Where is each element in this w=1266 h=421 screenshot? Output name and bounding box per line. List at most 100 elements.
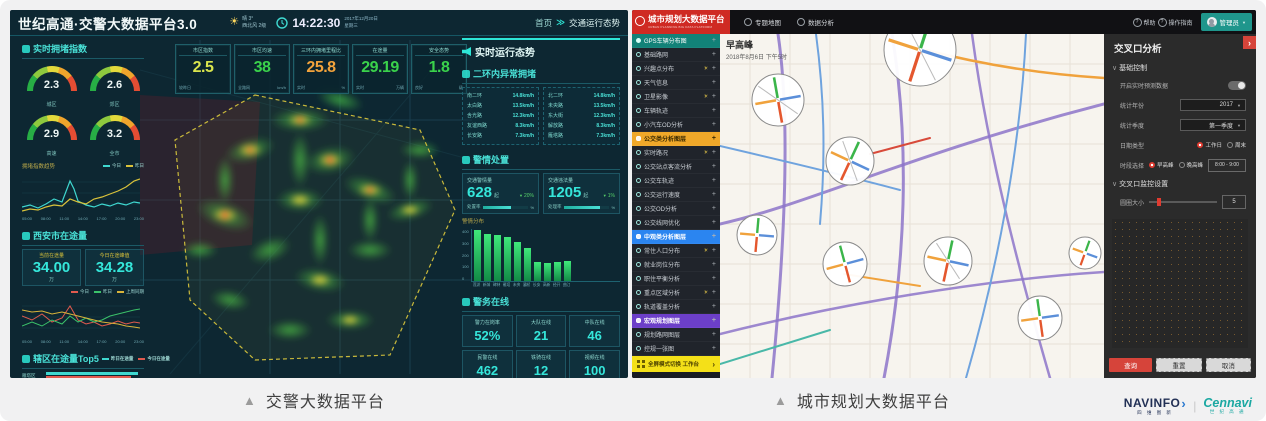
layer-add-icon[interactable] [712,177,716,184]
street-speed: 12.3km/h [513,111,534,121]
radio-icon [1227,142,1233,148]
sidebar-layer-row[interactable]: 基础路网 [632,48,720,62]
date-type-options: 工作日 周末 [1197,141,1246,149]
sidebar-layer-row[interactable]: 公交车轨迹 [632,174,720,188]
sidebar-layer-row[interactable]: 车辆轨迹 [632,104,720,118]
topbar-menu-item[interactable]: 数据分析 [797,17,834,27]
kpi-chip-title: 在途量 [356,47,404,56]
user-chip[interactable]: 管理员 ▼ [1201,13,1252,31]
layer-add-icon[interactable] [712,205,716,212]
breadcrumb-home[interactable]: 首页 [535,17,552,29]
layer-add-icon[interactable] [712,345,716,352]
layer-add-icon[interactable] [712,107,716,114]
sidebar-layer-row[interactable]: 宏观规划图层 [632,314,720,328]
incident-bar [494,235,501,281]
panel-button[interactable]: 查询 [1109,358,1152,372]
panel-button[interactable]: 取消 [1206,358,1251,372]
incident-panel-title: 警情处置 [473,153,509,166]
realtime-toggle-switch[interactable] [1228,81,1246,90]
planning-map[interactable]: 早高峰 2018年8月6日 下午5时 [720,34,1104,378]
layer-add-icon[interactable] [712,191,716,198]
quarter-select[interactable]: 第一季度 ▼ [1180,119,1246,131]
sidebar-layer-row[interactable]: 公交站点客流分析 [632,160,720,174]
street-name: 北二环 [548,91,563,101]
layer-add-icon[interactable] [712,135,716,142]
radio-option[interactable]: 晚高峰 [1179,161,1204,169]
sidebar-layer-row[interactable]: 常住人口分布 ☀ [632,244,720,258]
sidebar-layer-row[interactable]: 重点区域分析 ☀ [632,286,720,300]
layer-add-icon[interactable] [712,289,716,296]
circle-size-slider[interactable] [1149,201,1217,203]
street-name: 友谊西路 [467,121,487,131]
layer-add-icon[interactable] [712,261,716,268]
sidebar-layer-row[interactable]: 公交类分析图层 [632,132,720,146]
incident-chart-title: 警情分布 [462,217,484,225]
layer-add-icon[interactable] [712,219,716,226]
layer-add-icon[interactable] [712,331,716,338]
sidebar-layer-row[interactable]: 公交OD分析 [632,202,720,216]
onroute-stat-label: 当前在途量 [26,252,77,259]
sidebar-layer-row[interactable]: 实时路况 ☀ [632,146,720,160]
sidebar-layer-row[interactable]: 兴趣点分布 ☀ [632,62,720,76]
sidebar-layer-row[interactable]: 天气信息 [632,76,720,90]
layer-add-icon[interactable] [712,93,716,100]
layer-add-icon[interactable] [712,79,716,86]
incident-bar [504,237,511,281]
radio-option[interactable]: 工作日 [1197,141,1222,149]
legend-swatch [103,165,110,167]
layer-label: 宏观规划图层 [644,316,700,325]
layer-add-icon[interactable] [712,233,716,240]
sidebar-layer-row[interactable]: 控规一张图 [632,342,720,356]
incident-chart-title-row: 警情分布 [462,217,620,225]
layer-dot-icon [636,80,641,85]
section-basic-control[interactable]: 基础控制 [1104,59,1256,75]
layer-add-icon[interactable] [712,51,716,58]
year-select[interactable]: 2017 ▼ [1180,99,1246,111]
legend-swatch [94,291,101,293]
custom-time-input[interactable]: 8:00 - 9:00 [1208,159,1246,172]
sidebar-layer-row[interactable]: 规划路网图层 [632,328,720,342]
fullscreen-toggle-bar[interactable]: 全屏模式切换 工作台 › [632,356,720,372]
circle-size-value[interactable]: 5 [1222,195,1246,209]
sidebar-layer-row[interactable]: 职住平衡分析 [632,272,720,286]
section-monitor-settings[interactable]: 交叉口监控设置 [1104,175,1256,191]
layer-label: 重点区域分析 [644,288,700,297]
radio-option[interactable]: 早高峰 [1149,161,1174,169]
circle-size-row: 圆圈大小 5 [1104,191,1256,213]
legend-item: 上周同期 [117,289,144,295]
sidebar-layer-row[interactable]: GPS车辆分布图 [632,34,720,48]
topbar-help-item[interactable]: ? 帮助 [1133,18,1156,27]
slider-knob[interactable] [1157,198,1161,206]
layer-add-icon[interactable] [712,65,716,72]
onroute-stats: 当前在途量 34.00 万 今日在途峰值 34.28 万 [22,249,144,286]
layer-add-icon[interactable] [712,247,716,254]
layer-add-icon[interactable] [712,303,716,310]
layer-add-icon[interactable] [712,317,716,324]
street-name: 太白路 [467,101,482,111]
comparison-poster: 世纪高通·交警大数据平台3.0 ☀ 晴 3° 西北风 2级 14:22:30 2… [0,0,1266,421]
sidebar-layer-row[interactable]: 卫星影像 ☀ [632,90,720,104]
breadcrumb-current[interactable]: 交通运行态势 [569,17,620,29]
radio-label: 周末 [1235,141,1246,149]
layer-list: GPS车辆分布图 基础路网 兴趣点分布 ☀ [632,34,720,356]
sidebar-layer-row[interactable]: 小汽车OD分析 [632,118,720,132]
layer-add-icon[interactable] [712,275,716,282]
layer-add-icon[interactable] [712,37,716,44]
kpi-chip-unit: 万辆 [396,85,404,91]
topbar-menu-item[interactable]: 专题地图 [744,17,781,27]
layer-add-icon[interactable] [712,121,716,128]
sidebar-layer-row[interactable]: 轨道覆盖分析 [632,300,720,314]
sidebar-layer-row[interactable]: 公交运行速度 [632,188,720,202]
sidebar-layer-row[interactable]: 中观类分析图层 [632,230,720,244]
layer-add-icon[interactable] [712,163,716,170]
sidebar-layer-row[interactable]: 公交线网优化 [632,216,720,230]
radio-option[interactable]: 周末 [1227,141,1246,149]
topbar-help-item[interactable]: ? 操作指南 [1158,18,1193,27]
panel-button[interactable]: 重置 [1156,358,1201,372]
layer-add-icon[interactable] [712,149,716,156]
layer-dot-icon [636,304,641,309]
sidebar-layer-row[interactable]: 就业岗位分布 [632,258,720,272]
panel-collapse-button[interactable] [1243,36,1256,49]
abnormal-street-row: 雁塔路 7.3km/h [548,131,615,141]
quarter-select-value: 第一季度 [1209,121,1233,130]
